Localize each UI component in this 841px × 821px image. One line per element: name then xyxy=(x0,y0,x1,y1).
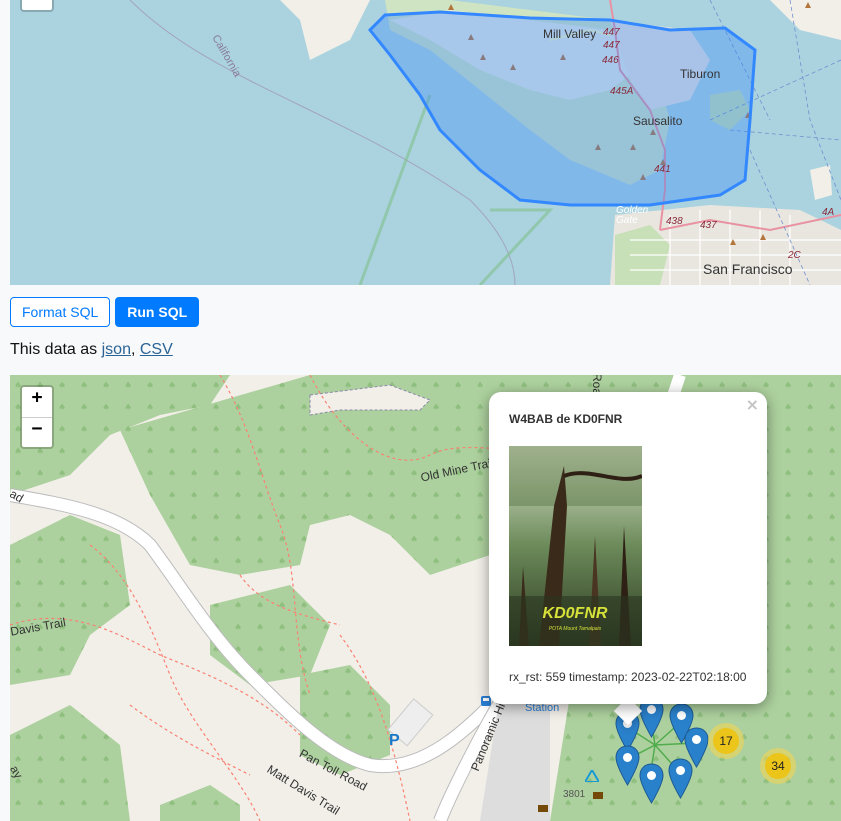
map-marker-icon[interactable] xyxy=(615,745,640,786)
label-sausalito: Sausalito xyxy=(633,114,683,128)
route-label: 437 xyxy=(700,220,717,231)
map-marker-icon[interactable] xyxy=(668,758,693,799)
json-link[interactable]: json xyxy=(102,341,131,358)
qsl-card-image: KD0FNR POTA Mount Tamalpais xyxy=(509,446,642,646)
route-label: 447 xyxy=(603,27,620,38)
sql-toolbar: Format SQL Run SQL xyxy=(10,297,200,327)
cluster-count: 17 xyxy=(713,728,739,754)
label-san-francisco: San Francisco xyxy=(703,261,793,277)
route-label: 445A xyxy=(610,86,634,97)
map-marker-icon[interactable] xyxy=(639,763,664,804)
top-map-zoom-control: − xyxy=(20,0,54,12)
picnic-icon xyxy=(538,805,548,812)
campsite-icon xyxy=(585,770,599,782)
marker-cluster[interactable]: 17 xyxy=(708,723,744,759)
popup-title: W4BAB de KD0FNR xyxy=(509,412,623,426)
top-map-canvas xyxy=(129,0,841,285)
label-golden-gate: Golden Gate xyxy=(616,205,649,226)
picnic-icon xyxy=(593,792,603,799)
route-label: 447 xyxy=(603,40,620,51)
route-label: 441 xyxy=(654,164,671,175)
parking-icon: P xyxy=(389,732,400,749)
zoom-out-button[interactable]: − xyxy=(22,417,52,447)
qsl-subcaption: POTA Mount Tamalpais xyxy=(549,626,602,632)
popup-details: rx_rst: 559 timestamp: 2023-02-22T02:18:… xyxy=(509,670,747,684)
label-mill-valley: Mill Valley xyxy=(543,27,597,41)
export-links: This data as json, CSV xyxy=(10,341,173,359)
route-label: 4A xyxy=(822,207,835,218)
csv-link[interactable]: CSV xyxy=(140,341,173,358)
run-sql-button[interactable]: Run SQL xyxy=(115,297,200,327)
label-address: 3801 xyxy=(563,789,586,800)
export-separator: , xyxy=(130,341,136,358)
route-label: 438 xyxy=(666,216,683,227)
bottom-map-zoom-control: + − xyxy=(20,385,54,449)
qsl-callsign: KD0FNR xyxy=(543,605,608,622)
cluster-count: 34 xyxy=(765,753,791,779)
zoom-in-button[interactable]: + xyxy=(22,387,52,417)
format-sql-button[interactable]: Format SQL xyxy=(10,297,111,327)
route-label: 2C xyxy=(788,250,801,261)
route-label: 446 xyxy=(602,55,619,66)
label-tiburon: Tiburon xyxy=(680,67,721,81)
marker-popup: × W4BAB de KD0FNR KD0FNR POTA Mount Tama… xyxy=(489,392,767,704)
top-map[interactable]: Mill Valley Tiburon Sausalito San Franci… xyxy=(10,0,841,285)
export-prefix: This data as xyxy=(10,341,102,358)
marker-cluster[interactable]: 34 xyxy=(760,748,796,784)
popup-close-button[interactable]: × xyxy=(746,395,759,414)
top-map-zoom-out-button[interactable]: − xyxy=(22,0,52,10)
